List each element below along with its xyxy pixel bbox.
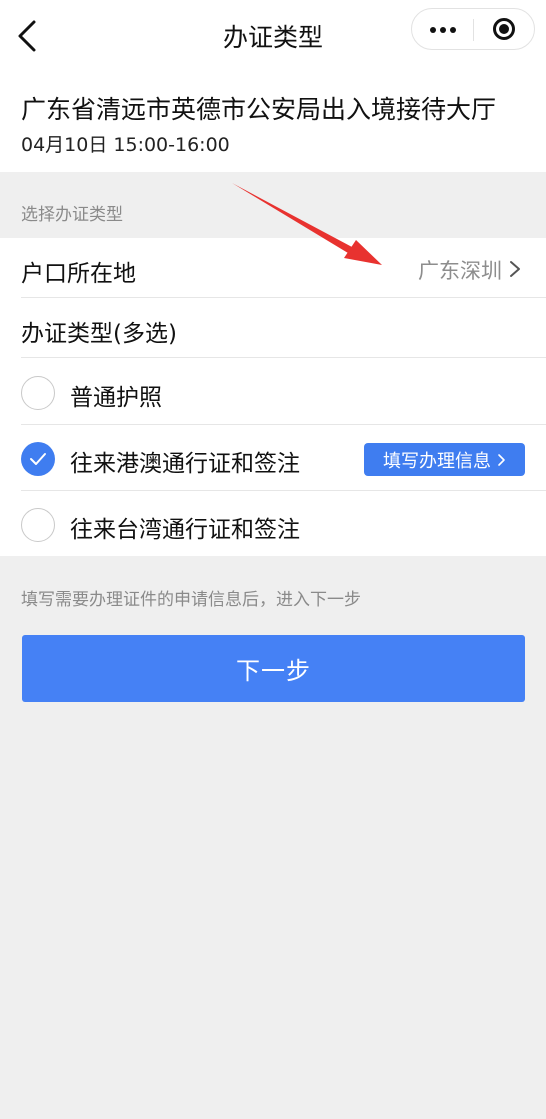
- next-step-button[interactable]: 下一步: [22, 635, 525, 702]
- target-icon[interactable]: [474, 9, 535, 49]
- residence-value: 广东深圳: [418, 259, 502, 283]
- more-dots-icon[interactable]: [412, 9, 473, 49]
- option-label: 往来港澳通行证和签注: [70, 451, 300, 477]
- appointment-time: 04月10日 15:00-16:00: [21, 134, 230, 156]
- divider: [21, 490, 546, 491]
- option-taiwan-permit[interactable]: 往来台湾通行证和签注: [0, 492, 546, 557]
- option-label: 普通护照: [70, 385, 162, 411]
- radio-unchecked[interactable]: [21, 508, 55, 542]
- section-label: 选择办证类型: [21, 205, 123, 225]
- cert-type-title: 办证类型(多选): [21, 321, 177, 347]
- divider: [21, 357, 546, 358]
- fill-info-button[interactable]: 填写办理信息: [364, 443, 525, 476]
- hint-text: 填写需要办理证件的申请信息后，进入下一步: [21, 590, 361, 610]
- option-label: 往来台湾通行证和签注: [70, 517, 300, 543]
- chevron-right-icon: [510, 261, 520, 277]
- fill-info-label: 填写办理信息: [383, 450, 491, 472]
- venue-header: 广东省清远市英德市公安局出入境接待大厅 04月10日 15:00-16:00: [0, 72, 546, 172]
- mini-program-capsule: [411, 8, 535, 50]
- cert-type-card: 户口所在地 广东深圳 办证类型(多选) 普通护照 往来港澳通行证和签注 填写办理…: [0, 238, 546, 556]
- residence-row[interactable]: 户口所在地 广东深圳: [0, 238, 546, 298]
- option-passport[interactable]: 普通护照: [0, 360, 546, 425]
- radio-checked[interactable]: [21, 442, 55, 476]
- cert-type-title-row: 办证类型(多选): [0, 298, 546, 358]
- option-hk-macau-permit[interactable]: 往来港澳通行证和签注 填写办理信息: [0, 426, 546, 491]
- check-icon: [30, 453, 46, 465]
- residence-label: 户口所在地: [21, 261, 136, 287]
- divider: [21, 424, 546, 425]
- radio-unchecked[interactable]: [21, 376, 55, 410]
- chevron-right-icon: [498, 453, 505, 466]
- nav-bar: 办证类型: [0, 0, 546, 72]
- venue-name: 广东省清远市英德市公安局出入境接待大厅: [21, 95, 497, 124]
